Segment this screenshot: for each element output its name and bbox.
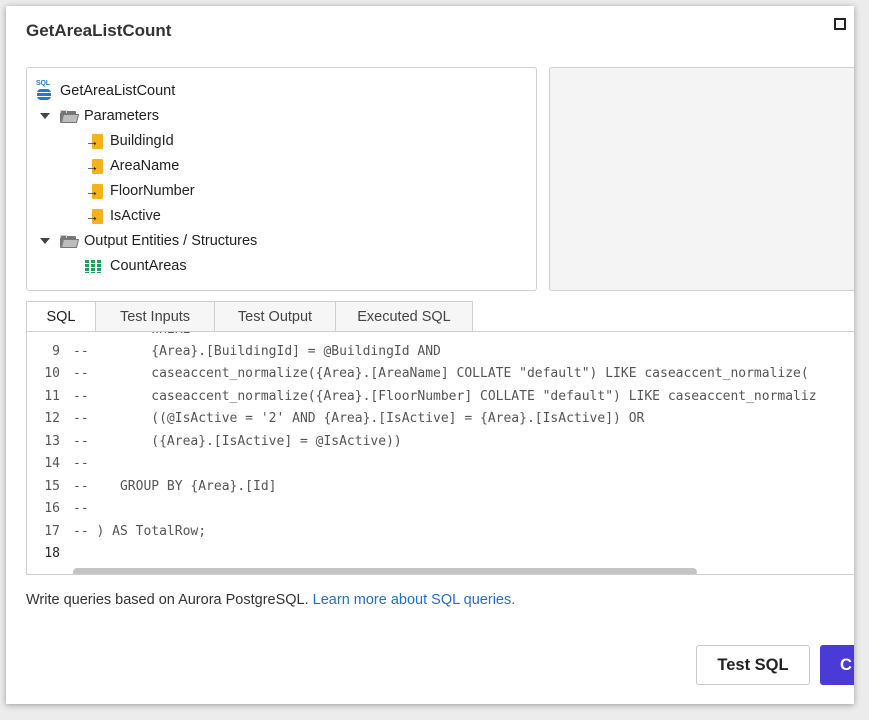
table-icon [85,259,102,273]
tree-parameter-item[interactable]: → IsActive [85,205,161,227]
code-text: -- ((@IsActive = '2' AND {Area}.[IsActiv… [73,411,645,426]
line-number: 10 [44,366,60,381]
parameter-label: AreaName [110,158,180,174]
outputs-label: Output Entities / Structures [84,233,258,249]
dialog-title: GetAreaListCount [26,21,172,40]
line-number: 17 [44,524,60,539]
code-line: 17 -- ) AS TotalRow; [27,521,206,543]
sql-code-editor[interactable]: -- WHERE 9 -- {Area}.[BuildingId] = @Buil… [26,331,854,575]
code-text: -- [73,456,89,471]
folder-open-icon [60,234,80,248]
horizontal-scrollbar[interactable] [73,568,697,574]
line-number: 13 [44,434,60,449]
code-line: 16 -- [27,498,89,520]
code-text: -- [73,501,89,516]
code-line: 14 -- [27,453,89,475]
tree-parameter-item[interactable]: → AreaName [85,155,179,177]
editor-tabs: SQL Test Inputs Test Output Executed SQL [26,301,473,332]
code-line: 13 -- ({Area}.[IsActive] = @IsActive)) [27,431,402,453]
test-sql-button[interactable]: Test SQL [696,645,810,685]
line-number: 18 [44,546,60,561]
line-number: 11 [44,389,60,404]
tree-output-item[interactable]: CountAreas [85,255,187,277]
sql-editor-dialog: GetAreaListCount SQL GetAreaListCount Pa… [6,6,854,704]
code-line: -- WHERE [27,332,190,341]
code-line: 11 -- caseaccent_normalize({Area}.[FloorN… [27,386,817,408]
line-number: 14 [44,456,60,471]
tab-executed-sql[interactable]: Executed SQL [335,301,473,331]
code-line: 15 -- GROUP BY {Area}.[Id] [27,476,277,498]
input-parameter-icon: → [85,133,103,149]
input-parameter-icon: → [85,158,103,174]
tree-outputs-folder[interactable]: Output Entities / Structures [40,230,257,252]
code-text: -- caseaccent_normalize({Area}.[AreaName… [73,366,809,381]
input-parameter-icon: → [85,208,103,224]
tree-parameter-item[interactable]: → BuildingId [85,130,174,152]
tab-sql[interactable]: SQL [26,301,96,332]
code-text: -- ({Area}.[IsActive] = @IsActive)) [73,434,402,449]
code-line: 10 -- caseaccent_normalize({Area}.[AreaNa… [27,363,809,385]
chevron-down-icon[interactable] [40,238,50,244]
preview-panel [549,67,854,291]
tree-parameters-folder[interactable]: Parameters [40,105,159,127]
line-number: 12 [44,411,60,426]
primary-action-button[interactable]: C [820,645,854,685]
chevron-down-icon[interactable] [40,113,50,119]
tab-test-inputs[interactable]: Test Inputs [95,301,215,331]
parameters-label: Parameters [84,108,159,124]
line-number: 15 [44,479,60,494]
line-number: 16 [44,501,60,516]
code-text: -- {Area}.[BuildingId] = @BuildingId AND [73,344,441,359]
code-text: -- GROUP BY {Area}.[Id] [73,479,277,494]
tree-root[interactable]: SQL GetAreaListCount [36,80,175,102]
helper-description: Write queries based on Aurora PostgreSQL… [26,592,313,608]
code-text: -- ) AS TotalRow; [73,524,207,539]
line-number: 9 [52,344,60,359]
sql-database-icon: SQL [36,80,52,100]
learn-more-link[interactable]: Learn more about SQL queries. [313,592,516,608]
parameter-label: FloorNumber [110,183,195,199]
output-label: CountAreas [110,258,187,274]
input-parameter-icon: → [85,183,103,199]
parameter-label: IsActive [110,208,161,224]
folder-open-icon [60,109,80,123]
code-line: 9 -- {Area}.[BuildingId] = @BuildingId AN… [27,341,441,363]
tab-test-output[interactable]: Test Output [214,301,336,331]
parameter-label: BuildingId [110,133,174,149]
code-line-current: 18 [27,543,73,565]
tree-root-label: GetAreaListCount [60,83,176,99]
maximize-icon[interactable] [834,18,846,30]
sql-tree-panel: SQL GetAreaListCount Parameters → Buildi… [26,67,537,291]
code-text: -- caseaccent_normalize({Area}.[FloorNum… [73,389,817,404]
code-line: 12 -- ((@IsActive = '2' AND {Area}.[IsAct… [27,408,644,430]
tree-parameter-item[interactable]: → FloorNumber [85,180,195,202]
helper-text: Write queries based on Aurora PostgreSQL… [26,592,515,608]
